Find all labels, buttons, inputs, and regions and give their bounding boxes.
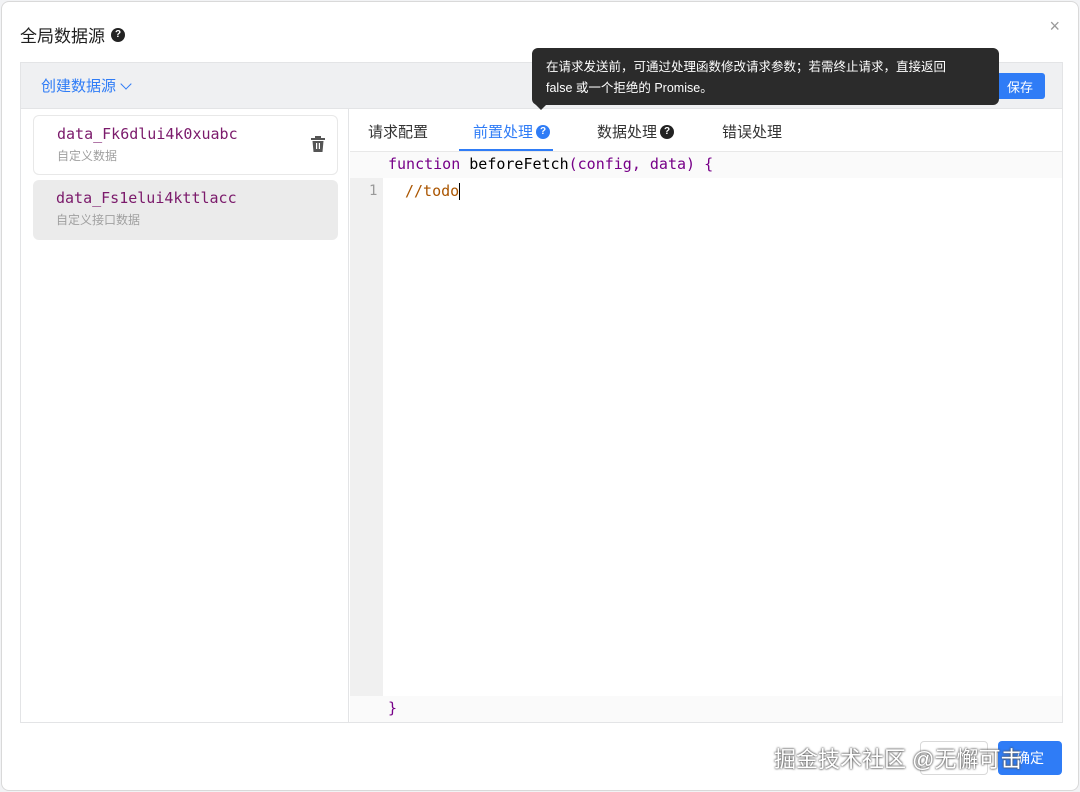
tab-pre-process[interactable]: 前置处理 ? [473,121,551,142]
code-line-header: function beforeFetch(config, data) { [388,155,713,173]
dialog-body: data_Fk6dlui4k0xuabc 自定义数据 data_Fs1elui4… [20,108,1063,723]
line-number: 1 [369,183,378,199]
code-keyword: function [388,155,461,173]
tab-label: 请求配置 [368,124,429,141]
datasource-item[interactable]: data_Fk6dlui4k0xuabc 自定义数据 [33,115,338,175]
datasource-name: data_Fk6dlui4k0xuabc [57,125,238,143]
tab-bar: 请求配置 前置处理 ? 数据处理 ? 错误处理 [350,109,1062,152]
active-tab-indicator [459,149,553,151]
datasource-list: data_Fk6dlui4k0xuabc 自定义数据 data_Fs1elui4… [21,109,349,722]
datasource-item-selected[interactable]: data_Fs1elui4kttlacc 自定义接口数据 [33,180,338,240]
code-line[interactable]: //todo [405,182,461,200]
create-datasource-label: 创建数据源 [41,78,117,95]
tab-data-process[interactable]: 数据处理 ? [597,121,675,142]
code-body[interactable] [383,178,1062,696]
code-function-name: beforeFetch [469,155,569,173]
tab-label: 数据处理 [597,124,658,141]
code-line-footer: } [388,699,398,717]
global-datasource-dialog: 全局数据源 ? × 创建数据源 保存 data_Fk6dlui4k0xuabc … [1,1,1079,791]
watermark: 掘金技术社区 @无懈可击 [774,747,1023,772]
trash-icon[interactable] [311,136,325,152]
tab-label: 错误处理 [722,124,783,141]
dialog-title: 全局数据源 ? [20,22,125,47]
dialog-title-text: 全局数据源 [20,27,105,46]
question-icon[interactable]: ? [660,124,675,139]
tooltip: 在请求发送前，可通过处理函数修改请求参数；若需终止请求，直接返回 false 或… [532,48,999,105]
question-icon[interactable]: ? [536,124,551,139]
code-comment: //todo [405,182,460,200]
text-cursor [459,183,461,200]
close-icon[interactable]: × [1049,16,1060,37]
tab-error-process[interactable]: 错误处理 [722,121,782,142]
tooltip-arrow [535,104,547,110]
question-icon[interactable]: ? [111,27,125,42]
code-editor[interactable]: function beforeFetch(config, data) { 1 /… [350,152,1062,722]
datasource-name: data_Fs1elui4kttlacc [56,189,237,207]
tooltip-line: 在请求发送前，可通过处理函数修改请求参数；若需终止请求，直接返回 [546,60,947,74]
save-button[interactable]: 保存 [995,73,1045,99]
datasource-type: 自定义数据 [57,149,118,163]
chevron-down-icon [120,77,132,90]
datasource-type: 自定义接口数据 [56,213,141,227]
line-gutter [350,178,383,696]
tooltip-line: false 或一个拒绝的 Promise。 [546,81,713,95]
tab-request-config[interactable]: 请求配置 [368,121,428,142]
code-params: (config, data) { [568,155,714,173]
tab-label: 前置处理 [473,124,534,141]
config-panel: 请求配置 前置处理 ? 数据处理 ? 错误处理 function beforeF… [350,109,1062,722]
create-datasource-button[interactable]: 创建数据源 [41,75,132,96]
